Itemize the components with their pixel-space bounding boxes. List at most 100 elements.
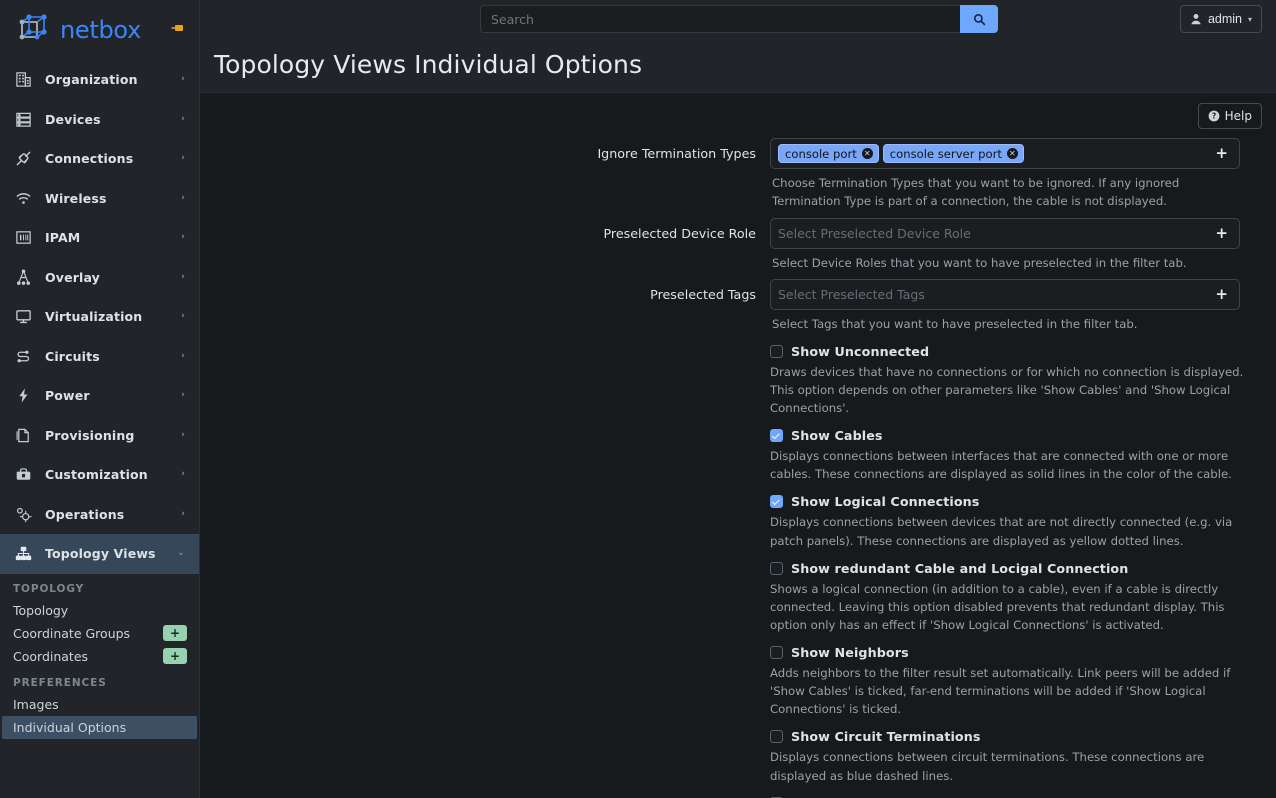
- show-neighbors-checkbox[interactable]: [770, 646, 783, 660]
- show-cables-checkbox[interactable]: [770, 429, 783, 443]
- sidebar-group-virtualization[interactable]: Virtualization ›: [0, 297, 199, 337]
- sidebar-group-label: Circuits: [45, 348, 100, 364]
- sidebar-group-power[interactable]: Power ›: [0, 376, 199, 416]
- sidebar-item-label: Individual Options: [13, 719, 127, 735]
- select-placeholder: Select Preselected Tags: [778, 286, 925, 302]
- add-coordinate-button[interactable]: +: [163, 648, 187, 664]
- sidebar-group-connections[interactable]: Connections ›: [0, 139, 199, 179]
- chip-remove-icon[interactable]: ✕: [861, 148, 873, 160]
- form-row-preselected-tags: Preselected Tags Select Preselected Tags…: [200, 278, 1276, 333]
- user-menu-label: admin: [1207, 12, 1242, 26]
- sidebar-group-organization[interactable]: Organization ›: [0, 60, 199, 100]
- sidebar-item-coordinate-groups[interactable]: Coordinate Groups +: [0, 622, 197, 645]
- sidebar-section-title-topology: TOPOLOGY: [13, 582, 85, 595]
- chevron-right-icon: ›: [181, 429, 185, 440]
- chevron-down-icon: ▾: [1247, 14, 1252, 24]
- search-button[interactable]: [960, 5, 998, 33]
- help-button[interactable]: ? Help: [1197, 103, 1262, 130]
- sidebar-item-topology[interactable]: Topology: [0, 599, 197, 622]
- checkbox-row-show-circuit-terminations[interactable]: Show Circuit Terminations: [770, 729, 1276, 744]
- checkbox-help-text: Adds neighbors to the filter result set …: [770, 666, 1231, 717]
- sidebar-group-label: Overlay: [45, 269, 100, 285]
- page-header: Topology Views Individual Options: [200, 37, 1276, 94]
- preselected-tags-select[interactable]: Select Preselected Tags +: [770, 278, 1240, 310]
- user-menu-button[interactable]: admin ▾: [1179, 5, 1262, 33]
- checkbox-row-show-logical-connections[interactable]: Show Logical Connections: [770, 494, 1276, 509]
- wifi-icon: [13, 188, 33, 208]
- checkbox-label: Show Unconnected: [791, 343, 930, 359]
- sidebar-group-customization[interactable]: Customization ›: [0, 455, 199, 495]
- sidebar-group-label: Power: [45, 388, 90, 404]
- field-help-text: Choose Termination Types that you want t…: [772, 176, 1180, 209]
- checkbox-label: Show redundant Cable and Locigal Connect…: [791, 560, 1129, 576]
- field-wrapper: console port ✕ console server port ✕ + C…: [770, 138, 1240, 210]
- show-logical-connections-checkbox[interactable]: [770, 495, 783, 509]
- chevron-right-icon: ›: [181, 311, 185, 322]
- sidebar-group-topology-views[interactable]: Topology Views ⌄: [0, 534, 199, 574]
- sidebar-item-coordinates[interactable]: Coordinates +: [0, 645, 197, 668]
- sidebar-item-label: Images: [13, 696, 59, 712]
- pin-icon[interactable]: [171, 22, 185, 34]
- overlay-icon: [13, 267, 33, 287]
- chevron-right-icon: ›: [181, 74, 185, 85]
- ip-icon: [13, 228, 33, 248]
- sidebar: netbox Organization › Devices › Connecti…: [0, 0, 200, 798]
- show-circuit-terminations-checkbox[interactable]: [770, 730, 783, 744]
- checkbox-help-text: Draws devices that have no connections o…: [770, 364, 1244, 416]
- toolbox-icon: [13, 465, 33, 485]
- sidebar-item-images[interactable]: Images: [0, 693, 197, 716]
- sidebar-group-ipam[interactable]: IPAM ›: [0, 218, 199, 258]
- chevron-down-icon: ⌄: [177, 548, 185, 559]
- main-area: admin ▾ Topology Views Individual Option…: [200, 0, 1276, 798]
- ignore-termination-types-select[interactable]: console port ✕ console server port ✕ +: [770, 138, 1240, 170]
- content-area: ? Help Ignore Termination Types console: [200, 93, 1276, 798]
- help-button-label: Help: [1224, 109, 1252, 124]
- add-icon[interactable]: +: [1215, 286, 1231, 302]
- sidebar-group-overlay[interactable]: Overlay ›: [0, 258, 199, 298]
- chevron-right-icon: ›: [181, 350, 185, 361]
- checkbox-row-show-unconnected[interactable]: Show Unconnected: [770, 344, 1276, 359]
- chevron-right-icon: ›: [181, 232, 185, 243]
- search-input[interactable]: [480, 5, 960, 33]
- chevron-right-icon: ›: [181, 153, 185, 164]
- show-unconnected-checkbox[interactable]: [770, 344, 783, 358]
- server-icon: [13, 109, 33, 129]
- brand[interactable]: netbox: [0, 0, 199, 60]
- monitor-icon: [13, 307, 33, 327]
- chip-console-port[interactable]: console port ✕: [778, 144, 879, 164]
- sidebar-group-circuits[interactable]: Circuits ›: [0, 337, 199, 377]
- checkbox-row-show-neighbors[interactable]: Show Neighbors: [770, 645, 1276, 660]
- app-root: netbox Organization › Devices › Connecti…: [0, 0, 1276, 798]
- sidebar-item-individual-options[interactable]: Individual Options: [2, 715, 197, 739]
- checkbox-row-show-redundant-cable-and-logical-connection[interactable]: Show redundant Cable and Locigal Connect…: [770, 561, 1276, 576]
- sidebar-group-label: Topology Views: [45, 546, 156, 562]
- page-title: Topology Views Individual Options: [214, 50, 643, 80]
- checkbox-help-text: Displays connections between circuit ter…: [770, 750, 1205, 783]
- chip-console-server-port[interactable]: console server port ✕: [882, 144, 1024, 164]
- sidebar-group-label: Operations: [45, 506, 125, 522]
- checkbox-help-text: Displays connections between devices tha…: [770, 515, 1233, 548]
- chip-remove-icon[interactable]: ✕: [1006, 148, 1018, 160]
- sidebar-group-wireless[interactable]: Wireless ›: [0, 179, 199, 219]
- checkbox-row-show-cables[interactable]: Show Cables: [770, 428, 1276, 443]
- sidebar-group-label: Devices: [45, 111, 101, 127]
- plug-icon: [13, 149, 33, 169]
- add-icon[interactable]: +: [1215, 146, 1231, 161]
- search-bar: [480, 5, 998, 33]
- add-icon[interactable]: +: [1215, 225, 1231, 241]
- sidebar-group-label: Virtualization: [45, 309, 143, 325]
- sidebar-group-label: Customization: [45, 467, 148, 483]
- sidebar-group-provisioning[interactable]: Provisioning ›: [0, 416, 199, 456]
- chip-label: console port: [785, 146, 857, 161]
- gears-icon: [13, 504, 33, 524]
- chevron-right-icon: ›: [181, 192, 185, 203]
- checkbox-label: Show Neighbors: [791, 645, 909, 661]
- add-coordinate-group-button[interactable]: +: [163, 625, 187, 641]
- select-placeholder: Select Preselected Device Role: [778, 225, 971, 241]
- sidebar-group-devices[interactable]: Devices ›: [0, 100, 199, 140]
- preselected-device-role-select[interactable]: Select Preselected Device Role +: [770, 217, 1240, 249]
- search-icon: [973, 13, 986, 26]
- sidebar-section-title-preferences: PREFERENCES: [13, 676, 107, 689]
- show-redundant-checkbox[interactable]: [770, 561, 783, 575]
- sidebar-group-operations[interactable]: Operations ›: [0, 495, 199, 535]
